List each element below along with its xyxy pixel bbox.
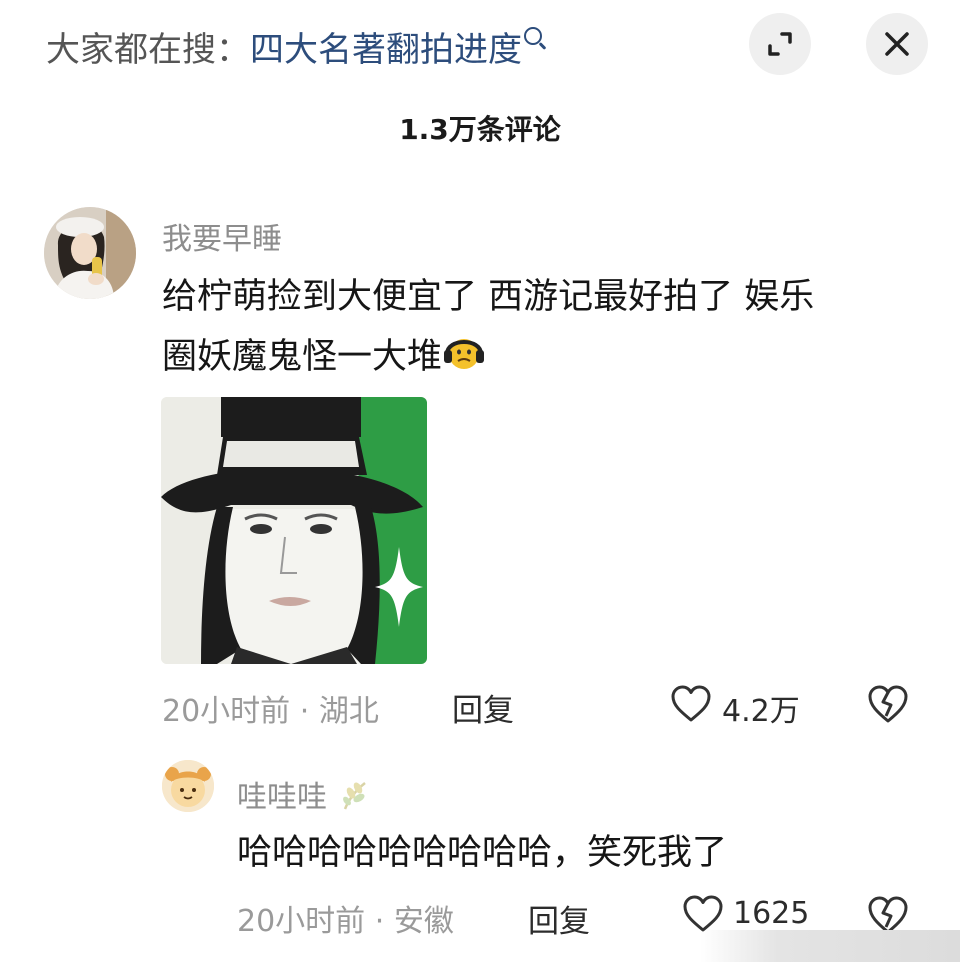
reply-button[interactable]: 回复	[528, 896, 590, 941]
comment-username[interactable]: 我要早睡	[162, 214, 282, 258]
trending-search-bar[interactable]: 大家都在搜：四大名著翻拍进度	[46, 22, 542, 71]
comment-location: 湖北	[318, 694, 379, 729]
comment-meta: 20小时前 · 安徽	[237, 896, 454, 940]
heart-icon	[671, 685, 711, 722]
comment-text-line: 给柠萌捡到大便宜了 西游记最好拍了 娱乐	[162, 277, 815, 317]
comment-image[interactable]	[161, 397, 427, 664]
watermark-overlay	[700, 930, 960, 962]
wheat-badge-icon	[342, 782, 366, 810]
meta-separator: ·	[299, 694, 310, 729]
heart-icon	[683, 895, 723, 932]
expand-icon	[768, 32, 792, 56]
avatar[interactable]	[44, 207, 136, 299]
comment-text-line: 圈妖魔鬼怪一大堆	[162, 327, 932, 387]
reply-button[interactable]: 回复	[452, 685, 514, 730]
comment-time: 20小时前	[237, 904, 366, 939]
headphones-face-emoji	[442, 330, 486, 374]
avatar[interactable]	[162, 760, 214, 812]
like-button[interactable]	[670, 684, 712, 724]
close-icon	[885, 32, 909, 56]
search-icon	[524, 27, 542, 45]
comment-text: 给柠萌捡到大便宜了 西游记最好拍了 娱乐 圈妖魔鬼怪一大堆	[162, 267, 932, 387]
like-count: 1625	[733, 896, 810, 931]
trending-search-term[interactable]: 四大名著翻拍进度	[250, 30, 522, 70]
comments-count-title: 1.3万条评论	[399, 113, 561, 146]
trending-search-prefix: 大家都在搜：	[46, 30, 250, 70]
broken-heart-icon	[868, 685, 908, 723]
comment-text: 哈哈哈哈哈哈哈哈哈，笑死我了	[237, 833, 728, 873]
expand-button[interactable]	[749, 13, 811, 75]
like-count: 4.2万	[722, 694, 800, 729]
comment-location: 安徽	[393, 904, 454, 939]
dislike-button[interactable]	[866, 683, 910, 725]
close-button[interactable]	[866, 13, 928, 75]
comment-username[interactable]: 哇哇哇	[237, 772, 373, 816]
like-button[interactable]	[682, 894, 724, 934]
comment-time: 20小时前	[162, 694, 291, 729]
comment-meta: 20小时前 · 湖北	[162, 686, 379, 730]
meta-separator: ·	[374, 904, 385, 939]
